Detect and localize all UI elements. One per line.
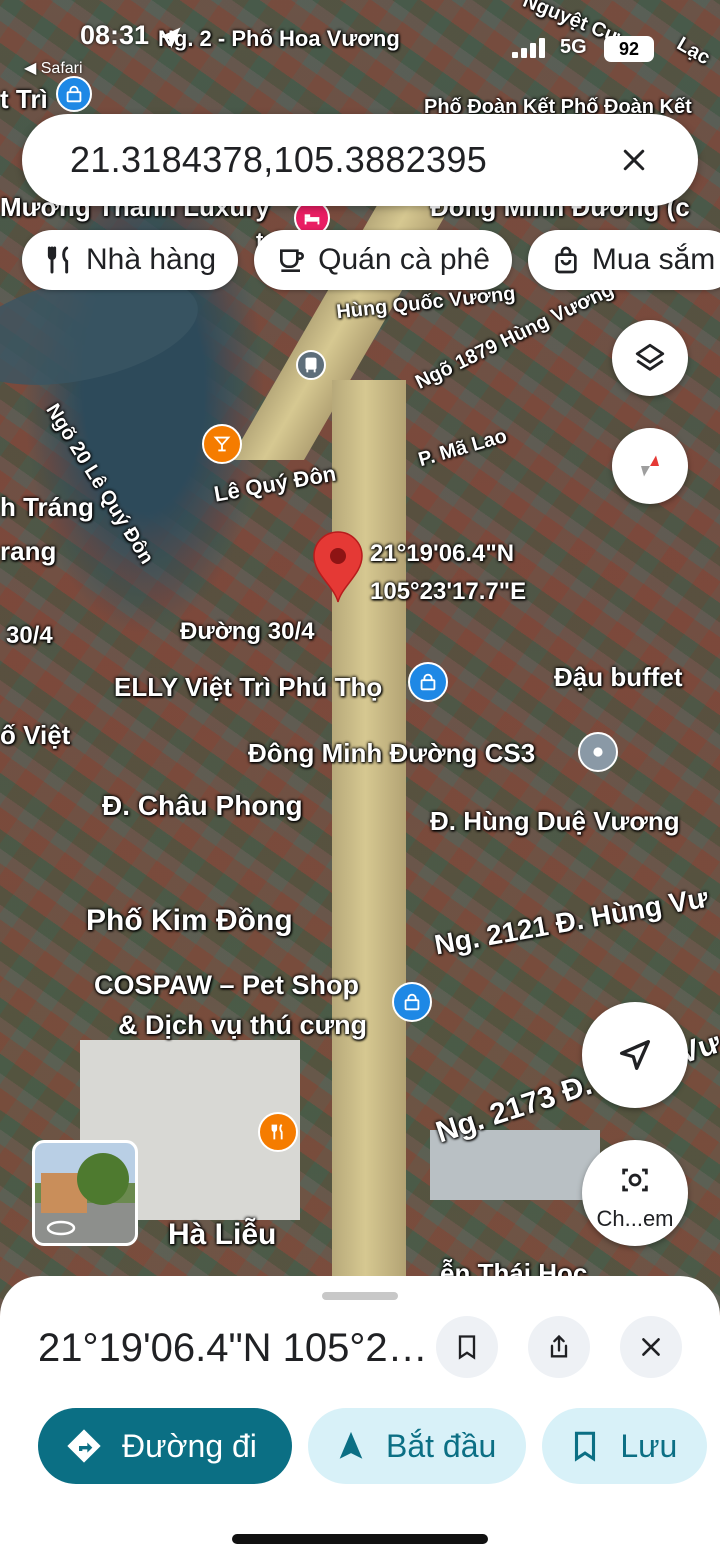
location-arrow-icon <box>159 27 181 49</box>
sheet-drag-handle[interactable] <box>322 1292 398 1300</box>
map-label: ố Việt <box>0 720 71 750</box>
marker-coord-lng: 105°23'17.7"E <box>370 578 527 605</box>
map-label: P. Mã Lao <box>416 424 510 472</box>
rotate-360-icon <box>46 1220 76 1236</box>
signal-icon <box>512 38 545 58</box>
chip-coffee[interactable]: Quán cà phê <box>254 230 512 290</box>
chip-label: Mua sắm <box>591 243 716 276</box>
map-label: Đ. Hùng Duệ Vương <box>430 806 680 836</box>
map-label: Đ. Châu Phong <box>102 790 303 821</box>
back-to-safari-link[interactable]: ◀ Safari <box>24 58 83 78</box>
battery-icon: 92 <box>604 36 654 62</box>
directions-button[interactable]: Đường đi <box>38 1408 292 1484</box>
bus-stop-icon[interactable] <box>296 350 326 380</box>
directions-icon <box>67 1429 101 1463</box>
dropped-pin-icon[interactable] <box>312 530 364 604</box>
map-label: Hà Liễu <box>168 1218 277 1251</box>
network-type: 5G <box>560 36 587 58</box>
main-road <box>332 380 406 1300</box>
my-location-button[interactable] <box>582 1002 688 1108</box>
bookmark-icon <box>575 1431 596 1462</box>
compass-button[interactable] <box>612 428 688 504</box>
close-icon <box>642 1338 660 1356</box>
navigation-arrow-icon <box>620 1040 650 1070</box>
home-indicator[interactable] <box>232 1534 488 1544</box>
camera-button-label: Ch...em <box>596 1206 674 1231</box>
map-label: Ngõ 20 Lê Quý Đôn <box>41 400 158 569</box>
map-label: Đậu buffet <box>554 662 683 692</box>
map-label: h Tráng <box>0 492 94 522</box>
coffee-icon <box>280 249 305 272</box>
marker-coord-lat: 21°19'06.4"N <box>370 540 515 567</box>
camera-search-button[interactable]: Ch...em <box>582 1140 688 1246</box>
status-bar: 08:31 ◀ Safari 5G 92 <box>0 0 720 100</box>
map-label: & Dịch vụ thú cưng <box>118 1010 368 1040</box>
save-label: Lưu <box>620 1427 678 1464</box>
place-bottom-sheet[interactable]: 21°19'06.4"N 105°23'17.7"E Đường đi Bắt … <box>0 1276 720 1559</box>
chip-restaurants[interactable]: Nhà hàng <box>22 230 239 290</box>
search-query[interactable]: 21.3184378,105.3882395 <box>70 139 614 181</box>
shop-pin-icon[interactable] <box>392 982 432 1022</box>
directions-label: Đường đi <box>122 1427 257 1464</box>
share-icon <box>550 1334 568 1358</box>
chip-label: Nhà hàng <box>86 243 217 276</box>
share-button[interactable] <box>528 1316 590 1378</box>
bookmark-icon <box>458 1335 476 1360</box>
street-view-tree <box>77 1153 129 1205</box>
map-label: 30/4 <box>6 622 53 649</box>
street-view-thumbnail[interactable] <box>32 1140 138 1246</box>
shop-pin-icon[interactable] <box>408 662 448 702</box>
layers-button[interactable] <box>612 320 688 396</box>
map-label: Phố Kim Đồng <box>86 904 293 937</box>
start-button[interactable]: Bắt đầu <box>308 1408 527 1484</box>
map-label: COSPAW – Pet Shop <box>94 970 360 1000</box>
navigation-arrow-icon <box>339 1431 363 1459</box>
map-label: Ng. 2121 Đ. Hùng Vư <box>432 881 711 961</box>
map-label: Lê Quý Đôn <box>212 460 338 507</box>
save-button[interactable]: Lưu <box>542 1408 708 1484</box>
map-label: Đường 30/4 <box>180 618 315 645</box>
search-bar[interactable]: 21.3184378,105.3882395 <box>22 114 698 206</box>
battery-level: 92 <box>618 38 640 59</box>
compass-icon <box>641 455 659 477</box>
category-chips: Nhà hàng Quán cà phê Mua sắm <box>22 230 720 290</box>
chip-label: Quán cà phê <box>318 243 490 276</box>
close-sheet-button[interactable] <box>620 1316 682 1378</box>
shopping-bag-icon <box>555 246 577 274</box>
close-icon[interactable] <box>614 140 654 180</box>
map-label: rang <box>0 536 57 566</box>
start-label: Bắt đầu <box>386 1427 497 1464</box>
restaurant-icon <box>47 246 69 274</box>
place-title: 21°19'06.4"N 105°23'17.7"E <box>38 1326 428 1370</box>
map-label: ELLY Việt Trì Phú Thọ <box>114 672 383 702</box>
chip-shopping[interactable]: Mua sắm <box>527 230 720 290</box>
map-label: Đông Minh Đường CS3 <box>248 738 536 768</box>
bar-pin-icon[interactable] <box>202 424 242 464</box>
restaurant-pin-icon[interactable] <box>258 1112 298 1152</box>
camera-lens-icon <box>622 1168 648 1192</box>
place-pin-icon[interactable] <box>578 732 618 772</box>
action-buttons: Đường đi Bắt đầu Lưu <box>38 1408 708 1484</box>
status-time: 08:31 <box>80 20 150 50</box>
layers-icon <box>635 343 665 371</box>
save-bookmark-button[interactable] <box>436 1316 498 1378</box>
